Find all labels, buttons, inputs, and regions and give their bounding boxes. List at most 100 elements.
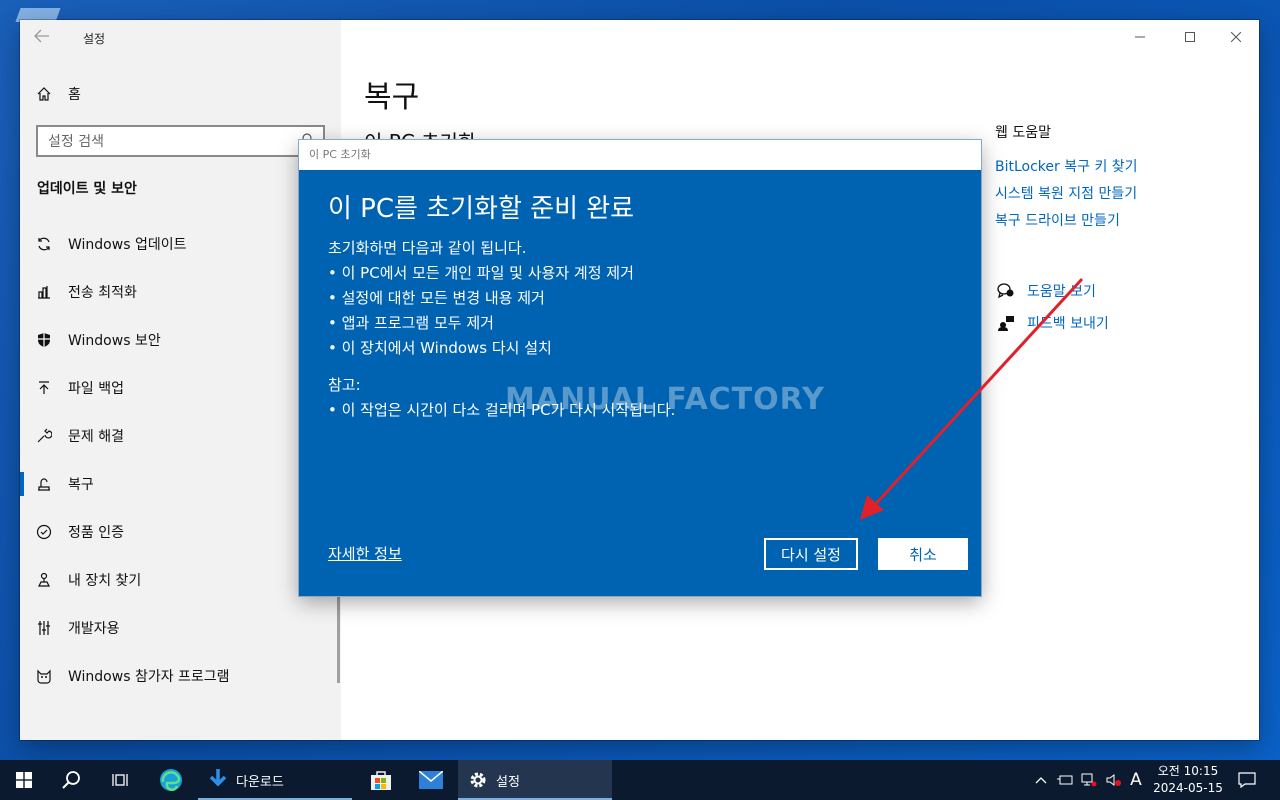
get-help-link[interactable]: 도움말 보기 (995, 275, 1109, 307)
section-title: 업데이트 및 보안 (37, 181, 137, 197)
web-help-title: 웹 도움말 (995, 125, 1051, 141)
gear-icon (468, 770, 488, 790)
power-icon (1057, 775, 1073, 785)
chat-help-icon (995, 283, 1017, 299)
notification-icon (1238, 772, 1256, 788)
sidebar-item-recovery[interactable]: 복구 (20, 460, 341, 508)
volume-tray[interactable] (1102, 760, 1124, 800)
more-info-link[interactable]: 자세한 정보 (328, 543, 402, 564)
mail-button[interactable] (406, 760, 456, 800)
network-icon (1081, 773, 1097, 787)
taskbar-app-settings[interactable]: 설정 (458, 760, 612, 800)
watermark: MANUAL FACTORY (505, 382, 825, 417)
search-button[interactable] (48, 760, 96, 800)
sidebar-item-label: 파일 백업 (68, 381, 124, 397)
get-help-label: 도움말 보기 (1027, 284, 1096, 300)
clock[interactable]: 오전 10:15 2024-05-15 (1148, 763, 1228, 797)
start-button[interactable] (0, 760, 48, 800)
home-label: 홈 (68, 87, 81, 103)
insider-cat-icon (34, 668, 54, 684)
ime-indicator[interactable]: A (1126, 760, 1146, 800)
maximize-button[interactable] (1167, 26, 1213, 48)
taskbar-app-label: 설정 (496, 774, 520, 790)
sync-icon (34, 236, 54, 252)
page-title: 복구 (364, 80, 420, 115)
sidebar-item-home[interactable]: 홈 (34, 82, 81, 106)
app-title: 설정 (83, 32, 106, 46)
dialog-titlebar: 이 PC 초기화 (299, 140, 981, 170)
sidebar-item-label: 전송 최적화 (68, 285, 137, 301)
home-icon (34, 86, 54, 102)
sidebar-item-label: Windows 보안 (68, 333, 161, 349)
minimize-button[interactable] (1117, 26, 1163, 48)
minimize-icon (1135, 36, 1145, 38)
back-arrow-icon[interactable] (34, 28, 56, 48)
sidebar-item-label: 복구 (68, 477, 94, 493)
wrench-icon (34, 428, 54, 444)
sidebar-item-label: 개발자용 (68, 621, 120, 637)
sidebar-item-insider-program[interactable]: Windows 참가자 프로그램 (20, 652, 341, 700)
maximize-icon (1185, 32, 1195, 42)
store-button[interactable] (356, 760, 406, 800)
task-view-button[interactable] (96, 760, 144, 800)
clock-date: 2024-05-15 (1153, 781, 1223, 795)
link-restore-point[interactable]: 시스템 복원 지점 만들기 (995, 181, 1245, 208)
dialog-bullet: • 이 장치에서 Windows 다시 설치 (328, 339, 552, 357)
volume-muted-icon (1106, 774, 1121, 786)
sidebar-item-label: Windows 업데이트 (68, 237, 187, 253)
task-view-icon (112, 774, 128, 786)
sidebar-item-windows-security[interactable]: Windows 보안 (20, 316, 341, 364)
reset-pc-dialog: 이 PC 초기화 이 PC를 초기화할 준비 완료 초기화하면 다음과 같이 됩… (299, 140, 981, 596)
battery-tray[interactable] (1054, 760, 1076, 800)
dialog-bullet: • 설정에 대한 모든 변경 내용 제거 (328, 289, 545, 307)
link-recovery-drive[interactable]: 복구 드라이브 만들기 (995, 208, 1245, 235)
search-icon (62, 771, 80, 789)
search-input[interactable]: 설정 검색 (36, 125, 325, 157)
recovery-icon (34, 476, 54, 492)
dialog-intro: 초기화하면 다음과 같이 됩니다. (328, 239, 527, 257)
sidebar-item-troubleshoot[interactable]: 문제 해결 (20, 412, 341, 460)
close-button[interactable] (1213, 26, 1259, 48)
link-bitlocker[interactable]: BitLocker 복구 키 찾기 (995, 154, 1245, 181)
store-icon (371, 771, 391, 790)
help-links: 도움말 보기 피드백 보내기 (995, 275, 1109, 339)
download-icon (208, 769, 228, 791)
sidebar-item-find-my-device[interactable]: 내 장치 찾기 (20, 556, 341, 604)
reset-button[interactable]: 다시 설정 (764, 538, 858, 570)
sidebar-item-for-developers[interactable]: 개발자용 (20, 604, 341, 652)
developer-icon (34, 620, 54, 636)
shield-icon (34, 332, 54, 348)
sidebar-item-delivery-optimization[interactable]: 전송 최적화 (20, 268, 341, 316)
feedback-link[interactable]: 피드백 보내기 (995, 307, 1109, 339)
dialog-bullet: • 이 PC에서 모든 개인 파일 및 사용자 계정 제거 (328, 264, 634, 282)
edge-button[interactable] (146, 760, 196, 800)
feedback-icon (995, 315, 1017, 331)
sidebar-item-windows-update[interactable]: Windows 업데이트 (20, 220, 341, 268)
feedback-label: 피드백 보내기 (1027, 316, 1109, 332)
sidebar: 설정 홈 설정 검색 업데이트 및 보안 Windows 업데이트 전송 최적화 (20, 20, 341, 740)
windows-logo-icon (16, 772, 32, 788)
sidebar-item-activation[interactable]: 정품 인증 (20, 508, 341, 556)
sidebar-item-label: 정품 인증 (68, 525, 124, 541)
backup-arrow-icon (34, 380, 54, 396)
sidebar-item-label: Windows 참가자 프로그램 (68, 669, 230, 685)
chevron-up-icon (1035, 777, 1047, 784)
delivery-icon (34, 284, 54, 300)
search-placeholder: 설정 검색 (48, 134, 104, 150)
check-circle-icon (34, 524, 54, 540)
sidebar-item-label: 내 장치 찾기 (68, 573, 142, 589)
dialog-bullet: • 앱과 프로그램 모두 제거 (328, 314, 494, 332)
sidebar-item-file-backup[interactable]: 파일 백업 (20, 364, 341, 412)
close-icon (1231, 32, 1241, 42)
taskbar: 다운로드 설정 A 오전 10:15 2024-05-15 (0, 760, 1280, 800)
sidebar-item-label: 문제 해결 (68, 429, 124, 445)
cancel-button[interactable]: 취소 (878, 538, 968, 570)
tray-overflow-button[interactable] (1030, 760, 1052, 800)
find-device-icon (34, 572, 54, 588)
notifications-button[interactable] (1234, 760, 1260, 800)
clock-time: 오전 10:15 (1157, 764, 1219, 778)
web-help-panel: 웹 도움말 BitLocker 복구 키 찾기 시스템 복원 지점 만들기 복구… (995, 122, 1245, 235)
edge-icon (160, 769, 182, 791)
taskbar-app-downloads[interactable]: 다운로드 (198, 760, 352, 800)
network-tray[interactable] (1078, 760, 1100, 800)
